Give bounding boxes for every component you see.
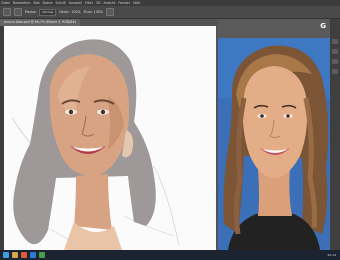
menu-item-type[interactable]: Schrift [54,1,67,5]
explorer-icon[interactable] [12,252,18,258]
start-icon[interactable] [3,252,9,258]
panel-icon-properties[interactable] [332,69,338,74]
browser-icon[interactable] [21,252,27,258]
reference-photo-image [218,38,330,250]
blend-mode-dropdown[interactable]: Normal [39,8,57,16]
menu-item-3d[interactable]: 3D [95,1,102,5]
mode-label: Modus: [25,10,37,14]
menu-item-help[interactable]: Hilfe [132,1,142,5]
airbrush-icon[interactable] [105,8,114,16]
options-bar: Modus: Normal Deckr.: 100% Fluss: 100% [0,6,340,19]
photoshop-icon[interactable] [30,252,36,258]
panel-icon-history[interactable] [332,39,338,44]
reference-panel-header: G [218,19,330,38]
menu-item-edit[interactable]: Bearbeiten [12,1,33,5]
document-canvas[interactable] [4,26,216,250]
taskbar: 20:14 [0,250,340,260]
brush-preset-icon[interactable] [3,8,11,16]
menu-item-window[interactable]: Fenster [117,1,132,5]
panel-icon-adjustments[interactable] [332,59,338,64]
app-icon[interactable] [39,252,45,258]
clock: 20:14 [327,253,336,257]
panel-icon-layers[interactable] [332,49,338,54]
flow-field[interactable]: Fluss: 100% [84,10,103,14]
menu-item-file[interactable]: Datei [0,1,12,5]
painting-illustration [11,39,180,250]
menu-item-layer[interactable]: Ebene [41,1,54,5]
brush-settings-icon[interactable] [14,8,22,16]
opacity-field[interactable]: Deckr.: 100% [59,10,80,14]
menu-item-filter[interactable]: Filter [84,1,95,5]
document-tab[interactable]: Jessica Alba.psd @ 66,7% (Ebene 3, RGB/8… [0,19,81,26]
menu-item-view[interactable]: Ansicht [102,1,117,5]
reference-photo [218,38,330,250]
menu-item-select[interactable]: Auswahl [67,1,83,5]
menu-item-image[interactable]: Bild [32,1,41,5]
panels-dock [330,19,340,250]
google-icon[interactable]: G [320,22,326,30]
